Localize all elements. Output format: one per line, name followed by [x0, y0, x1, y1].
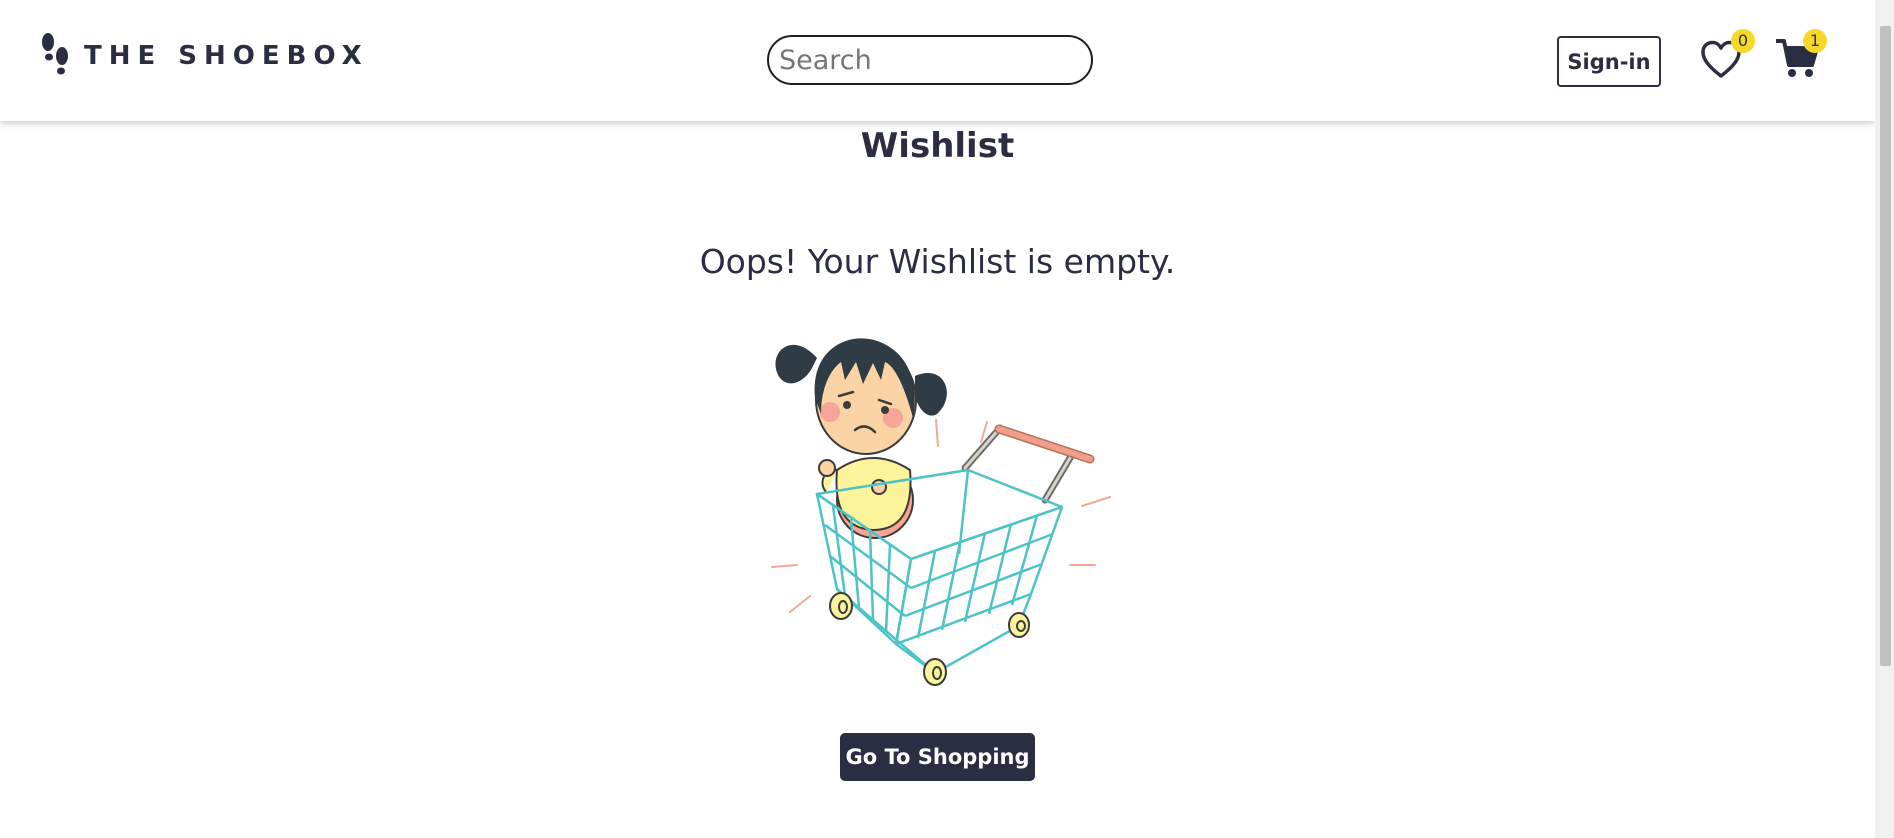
signin-button[interactable]: Sign-in [1557, 36, 1661, 87]
wishlist-count-badge: 0 [1731, 29, 1755, 53]
sad-girl-with-cart-illustration [771, 338, 1111, 686]
empty-cart-illustration [755, 318, 1135, 702]
search-input[interactable] [767, 35, 1093, 85]
wishlist-button[interactable]: 0 [1700, 29, 1755, 80]
site-header: THE SHOEBOX Sign-in 0 1 [0, 0, 1875, 121]
empty-wishlist-message: Oops! Your Wishlist is empty. [699, 242, 1176, 281]
page-scrollbar[interactable] [1875, 0, 1894, 838]
cart-button[interactable]: 1 [1775, 29, 1827, 80]
footprints-icon [42, 33, 68, 75]
brand-name: THE SHOEBOX [84, 41, 369, 71]
cart-count-badge: 1 [1803, 29, 1827, 53]
go-to-shopping-button[interactable]: Go To Shopping [840, 733, 1035, 781]
page-title: Wishlist [860, 126, 1015, 166]
brand-logo[interactable]: THE SHOEBOX [40, 32, 369, 80]
scrollbar-thumb[interactable] [1880, 26, 1891, 666]
